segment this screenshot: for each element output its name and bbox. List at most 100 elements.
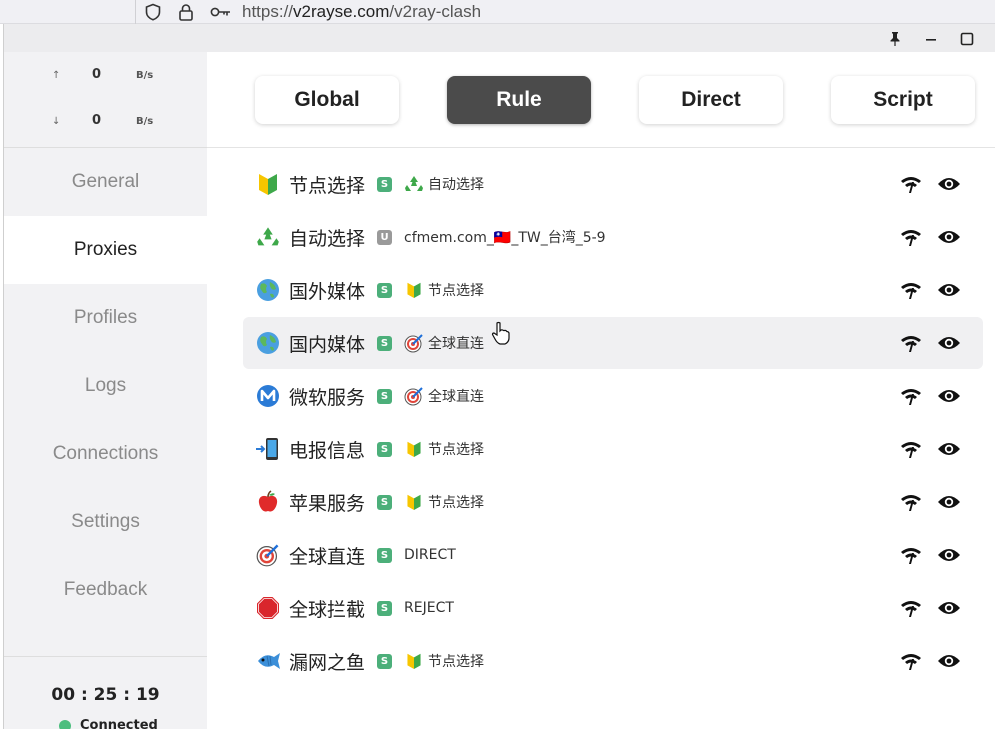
- latency-test-icon[interactable]: [899, 225, 923, 249]
- beginner-icon: [255, 172, 281, 196]
- eye-icon[interactable]: [937, 543, 961, 567]
- proxy-group-row[interactable]: 自动选择 U cfmem.com_🇹🇼_TW_台湾_5-9: [243, 211, 983, 263]
- proxy-group-row[interactable]: 漏网之鱼 S 节点选择: [243, 635, 983, 687]
- globe-icon: [255, 331, 281, 355]
- proxy-group-name: 微软服务: [289, 386, 366, 409]
- eye-icon[interactable]: [937, 278, 961, 302]
- sidebar-item-feedback[interactable]: Feedback: [4, 556, 207, 624]
- sidebar-item-connections[interactable]: Connections: [4, 420, 207, 488]
- proxy-group-name: 自动选择: [289, 227, 366, 250]
- eye-icon[interactable]: [937, 331, 961, 355]
- selector-badge: S: [377, 441, 393, 457]
- selected-proxy: cfmem.com_🇹🇼_TW_台湾_5-9: [404, 230, 606, 246]
- proxy-group-name: 苹果服务: [289, 492, 366, 515]
- selector-badge: S: [377, 547, 393, 563]
- target-icon: [255, 543, 281, 567]
- mode-selector: Global Rule Direct Script: [207, 52, 995, 148]
- lock-icon[interactable]: [176, 2, 196, 22]
- recycle-icon: [404, 174, 424, 194]
- fish-icon: [255, 650, 281, 672]
- beginner-icon: [404, 439, 424, 459]
- sidebar-item-general[interactable]: General: [4, 148, 207, 216]
- status-dot: [59, 719, 71, 729]
- metro-m-icon: [255, 384, 281, 408]
- upload-arrow-icon: ↑: [52, 70, 61, 81]
- selector-badge: S: [377, 335, 393, 351]
- proxy-group-row[interactable]: 微软服务 S 全球直连: [243, 370, 983, 422]
- proxy-group-row[interactable]: 国外媒体 S 节点选择: [243, 264, 983, 316]
- proxy-group-name: 漏网之鱼: [289, 651, 366, 674]
- selected-proxy: 全球直连: [428, 336, 485, 352]
- proxy-group-row[interactable]: 节点选择 S 自动选择: [243, 158, 983, 210]
- selected-proxy: 节点选择: [428, 442, 485, 458]
- mode-global-button[interactable]: Global: [255, 76, 399, 124]
- target-icon: [404, 386, 424, 406]
- sidebar-item-logs[interactable]: Logs: [4, 352, 207, 420]
- beginner-icon: [404, 492, 424, 512]
- hand-cursor-icon: [491, 321, 511, 349]
- eye-icon[interactable]: [937, 172, 961, 196]
- stop-sign-icon: [255, 596, 281, 620]
- upload-value: 0: [92, 67, 102, 82]
- sidebar-item-settings[interactable]: Settings: [4, 488, 207, 556]
- latency-test-icon[interactable]: [899, 543, 923, 567]
- sidebar-item-profiles[interactable]: Profiles: [4, 284, 207, 352]
- mode-script-button[interactable]: Script: [831, 76, 975, 124]
- proxy-group-name: 节点选择: [289, 174, 366, 197]
- eye-icon[interactable]: [937, 649, 961, 673]
- pin-icon[interactable]: [884, 28, 906, 50]
- eye-icon[interactable]: [937, 437, 961, 461]
- eye-icon[interactable]: [937, 490, 961, 514]
- apple-icon: [255, 490, 281, 514]
- proxy-group-row[interactable]: 国内媒体 S 全球直连: [243, 317, 983, 369]
- maximize-icon[interactable]: [956, 28, 978, 50]
- download-arrow-icon: ↓: [52, 116, 61, 127]
- selected-proxy: REJECT: [404, 600, 454, 616]
- selector-badge: S: [377, 176, 393, 192]
- selector-badge: S: [377, 653, 393, 669]
- proxy-group-name: 国外媒体: [289, 280, 366, 303]
- proxy-group-name: 国内媒体: [289, 333, 366, 356]
- latency-test-icon[interactable]: [899, 172, 923, 196]
- latency-test-icon[interactable]: [899, 278, 923, 302]
- shield-icon[interactable]: [143, 2, 163, 22]
- minimize-icon[interactable]: [920, 28, 942, 50]
- recycle-icon: [255, 225, 281, 249]
- selector-badge: S: [377, 282, 393, 298]
- proxy-group-row[interactable]: 全球直连 S DIRECT: [243, 529, 983, 581]
- selected-proxy: 节点选择: [428, 495, 485, 511]
- selected-proxy: DIRECT: [404, 547, 456, 563]
- key-icon[interactable]: [209, 2, 233, 22]
- proxy-group-name: 全球直连: [289, 545, 366, 568]
- latency-test-icon[interactable]: [899, 596, 923, 620]
- proxy-group-row[interactable]: 苹果服务 S 节点选择: [243, 476, 983, 528]
- selector-badge: S: [377, 494, 393, 510]
- latency-test-icon[interactable]: [899, 384, 923, 408]
- latency-test-icon[interactable]: [899, 331, 923, 355]
- proxy-group-row[interactable]: 电报信息 S 节点选择: [243, 423, 983, 475]
- beginner-icon: [404, 651, 424, 671]
- eye-icon[interactable]: [937, 225, 961, 249]
- url-text[interactable]: https://v2rayse.com/v2ray-clash: [242, 2, 481, 22]
- proxy-group-row[interactable]: 全球拦截 S REJECT: [243, 582, 983, 634]
- url-bar-divider: [135, 0, 136, 24]
- traffic-panel: ↑ 0 B/s ↓ 0 B/s: [4, 52, 207, 148]
- latency-test-icon[interactable]: [899, 490, 923, 514]
- proxy-group-name: 全球拦截: [289, 598, 366, 621]
- mode-rule-button[interactable]: Rule: [447, 76, 591, 124]
- latency-test-icon[interactable]: [899, 649, 923, 673]
- browser-url-bar: https://v2rayse.com/v2ray-clash: [0, 0, 995, 24]
- urltest-badge: U: [377, 229, 393, 245]
- beginner-icon: [404, 280, 424, 300]
- globe-icon: [255, 278, 281, 302]
- eye-icon[interactable]: [937, 384, 961, 408]
- mode-direct-button[interactable]: Direct: [639, 76, 783, 124]
- latency-test-icon[interactable]: [899, 437, 923, 461]
- status-panel: 00 : 25 : 19 Connected: [4, 656, 207, 729]
- sidebar-item-proxies[interactable]: Proxies: [4, 216, 207, 284]
- download-value: 0: [92, 113, 102, 128]
- uptime-clock: 00 : 25 : 19: [51, 685, 160, 705]
- phone-arrow-icon: [255, 437, 281, 461]
- main-panel: Global Rule Direct Script 节点选择 S 自动选择 自动…: [207, 52, 995, 729]
- eye-icon[interactable]: [937, 596, 961, 620]
